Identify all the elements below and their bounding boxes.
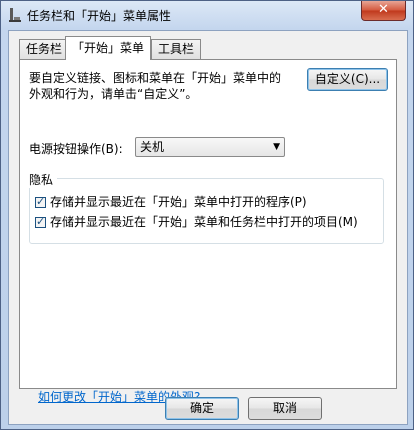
- window-title: 任务栏和「开始」菜单属性: [27, 9, 172, 23]
- chevron-down-icon: ▼: [273, 142, 280, 152]
- recent-items-checkbox[interactable]: ✓ 存储并显示最近在「开始」菜单和任务栏中打开的项目(M): [35, 213, 358, 230]
- dialog-client: 任务栏 「开始」菜单 工具栏 要自定义链接、图标和菜单在「开始」菜单中的 外观和…: [8, 30, 408, 425]
- customize-button[interactable]: 自定义(C)...: [307, 68, 388, 91]
- taskbar-app-icon: [9, 8, 21, 22]
- checkbox-checked-icon: ✓: [35, 215, 46, 228]
- recent-programs-label: 存储并显示最近在「开始」菜单中打开的程序(P): [50, 195, 307, 209]
- privacy-group-title: 隐私: [29, 171, 58, 188]
- recent-items-label: 存储并显示最近在「开始」菜单和任务栏中打开的项目(M): [50, 215, 358, 229]
- checkbox-checked-icon: ✓: [35, 195, 46, 208]
- recent-programs-checkbox[interactable]: ✓ 存储并显示最近在「开始」菜单中打开的程序(P): [35, 193, 307, 210]
- properties-window: 任务栏和「开始」菜单属性 ✕ 任务栏 「开始」菜单 工具栏 要自定义链接、图标和…: [0, 0, 414, 430]
- cancel-button[interactable]: 取消: [248, 397, 322, 420]
- description-line-2: 外观和行为，请单击“自定义”。: [29, 87, 198, 101]
- power-button-select[interactable]: 关机 ▼: [135, 137, 285, 157]
- tab-toolbars[interactable]: 工具栏: [151, 39, 202, 59]
- ok-button[interactable]: 确定: [165, 397, 239, 420]
- privacy-group: [29, 178, 384, 244]
- title-bar[interactable]: 任务栏和「开始」菜单属性 ✕: [1, 1, 413, 29]
- tab-start-menu[interactable]: 「开始」菜单: [65, 36, 152, 60]
- description-line-1: 要自定义链接、图标和菜单在「开始」菜单中的: [29, 71, 282, 85]
- power-button-label: 电源按钮操作(B):: [29, 142, 123, 156]
- close-icon: ✕: [378, 2, 389, 17]
- start-menu-panel: 要自定义链接、图标和菜单在「开始」菜单中的 外观和行为，请单击“自定义”。 自定…: [19, 59, 397, 404]
- customize-description: 要自定义链接、图标和菜单在「开始」菜单中的 外观和行为，请单击“自定义”。: [29, 70, 289, 102]
- close-button[interactable]: ✕: [361, 1, 406, 21]
- tab-taskbar[interactable]: 任务栏: [19, 39, 70, 59]
- power-button-value: 关机: [140, 140, 165, 154]
